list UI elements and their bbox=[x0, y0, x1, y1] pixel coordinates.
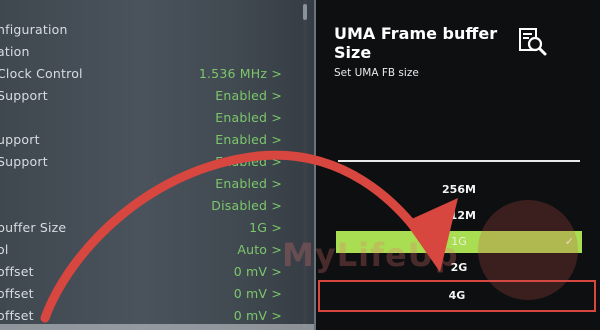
option-label: 2G bbox=[450, 261, 468, 274]
option-4g-highlighted[interactable]: 4G bbox=[318, 280, 596, 312]
settings-row-label: ation bbox=[0, 44, 30, 59]
settings-row[interactable]: Clock Control 1.536 MHz > bbox=[0, 64, 292, 86]
settings-row-label: Clock Control bbox=[0, 66, 83, 81]
settings-row-value: 1G > bbox=[249, 220, 282, 235]
option-256m[interactable]: 256M bbox=[336, 179, 582, 201]
settings-row-value: 1.536 MHz > bbox=[198, 66, 282, 81]
option-1g-selected[interactable]: 1G ✓ bbox=[336, 231, 582, 253]
settings-row-label: offset bbox=[0, 308, 34, 323]
settings-row-value: Enabled > bbox=[215, 154, 282, 169]
settings-row[interactable]: Enabled > bbox=[0, 108, 292, 130]
bottom-bar bbox=[0, 324, 314, 330]
checkmark-icon: ✓ bbox=[564, 235, 574, 248]
settings-row-label: upport bbox=[0, 132, 40, 147]
settings-row[interactable]: nfiguration bbox=[0, 20, 292, 42]
settings-row[interactable]: upport Enabled > bbox=[0, 130, 292, 152]
settings-row-label: Support bbox=[0, 88, 48, 103]
settings-row[interactable]: offset 0 mV > bbox=[0, 284, 292, 306]
settings-row[interactable]: ol Auto > bbox=[0, 240, 292, 262]
option-label: 256M bbox=[442, 183, 476, 196]
settings-row-value: Enabled > bbox=[215, 132, 282, 147]
settings-row-value: Enabled > bbox=[215, 176, 282, 191]
settings-row-label: offset bbox=[0, 264, 34, 279]
settings-row-value: Auto > bbox=[237, 242, 282, 257]
option-label: 4G bbox=[448, 289, 466, 302]
settings-row-value: 0 mV > bbox=[233, 308, 282, 323]
scrollbar-track[interactable] bbox=[303, 0, 307, 330]
settings-row-value: 0 mV > bbox=[233, 264, 282, 279]
settings-row-value: 0 mV > bbox=[233, 286, 282, 301]
settings-row[interactable]: Support Enabled > bbox=[0, 152, 292, 174]
option-512m[interactable]: 512M bbox=[336, 205, 582, 227]
settings-list-panel: nfiguration ation Clock Control 1.536 MH… bbox=[0, 0, 314, 330]
help-subtitle: Set UMA FB size bbox=[334, 67, 419, 79]
option-label: 512M bbox=[442, 209, 476, 222]
settings-row-label: nfiguration bbox=[0, 22, 68, 37]
settings-row[interactable]: Disabled > bbox=[0, 196, 292, 218]
settings-row[interactable]: ation bbox=[0, 42, 292, 64]
settings-row-frame-buffer[interactable]: buffer Size 1G > bbox=[0, 218, 292, 240]
settings-row-label: Support bbox=[0, 154, 48, 169]
scrollbar-thumb[interactable] bbox=[303, 4, 307, 20]
option-label: 1G bbox=[451, 235, 467, 248]
search-document-icon bbox=[519, 28, 547, 56]
settings-row[interactable]: offset 0 mV > bbox=[0, 262, 292, 284]
settings-row-value: Enabled > bbox=[215, 88, 282, 103]
option-2g[interactable]: 2G bbox=[336, 257, 582, 279]
help-panel: UMA Frame buffer Size Set UMA FB size 25… bbox=[314, 0, 600, 330]
settings-row-label: ol bbox=[0, 242, 9, 257]
settings-row-label: buffer Size bbox=[0, 220, 67, 235]
help-title: UMA Frame buffer Size bbox=[334, 24, 498, 62]
settings-row-value: Enabled > bbox=[215, 110, 282, 125]
settings-row-label: offset bbox=[0, 286, 34, 301]
settings-row[interactable]: Enabled > bbox=[0, 174, 292, 196]
options-divider bbox=[338, 160, 580, 162]
settings-row[interactable]: Support Enabled > bbox=[0, 86, 292, 108]
settings-row-value: Disabled > bbox=[211, 198, 282, 213]
